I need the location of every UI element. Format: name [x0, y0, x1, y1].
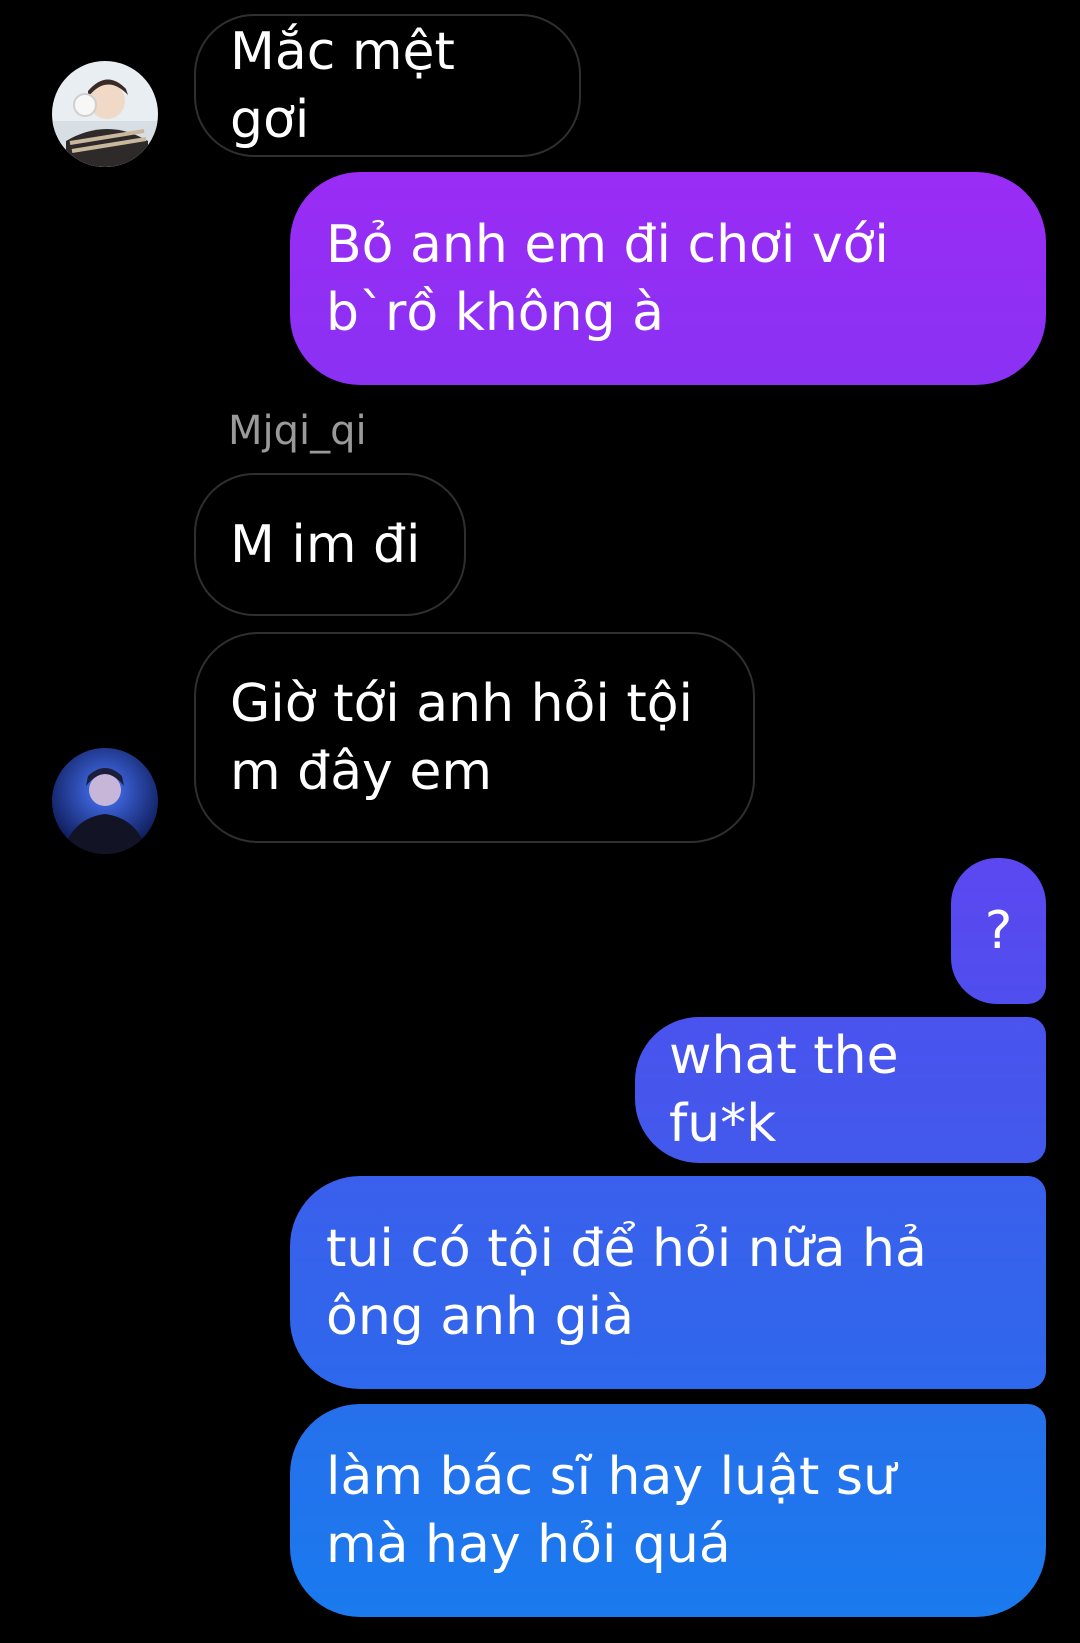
message-bubble-outgoing[interactable]: làm bác sĩ hay luật sư mà hay hỏi quá [290, 1404, 1046, 1617]
sender-name: Mjqi_qi [228, 408, 367, 454]
message-bubble-incoming[interactable]: Mắc mệt gơi [194, 14, 581, 157]
message-bubble-outgoing[interactable]: ? [951, 858, 1046, 1004]
message-bubble-outgoing[interactable]: what the fu*k [635, 1017, 1046, 1163]
avatar-earmuffs-icon [52, 61, 158, 167]
message-text: Bỏ anh em đi chơi với b`rồ không à [326, 214, 889, 343]
message-thread[interactable]: Mắc mệt gơi Bỏ anh em đi chơi với b`rồ k… [0, 0, 1080, 1643]
message-text: tui có tội để hỏi nữa hả ông anh già [326, 1218, 927, 1347]
message-text: what the fu*k [669, 1026, 899, 1154]
message-bubble-outgoing[interactable]: tui có tội để hỏi nữa hả ông anh già [290, 1176, 1046, 1389]
message-bubble-incoming[interactable]: M im đi [194, 473, 466, 616]
message-text: Giờ tới anh hỏi tội m đây em [230, 673, 693, 802]
contact-avatar-top[interactable] [52, 61, 158, 167]
message-text: ? [984, 901, 1013, 961]
message-text: Mắc mệt gơi [230, 21, 455, 150]
message-bubble-outgoing[interactable]: Bỏ anh em đi chơi với b`rồ không à [290, 172, 1046, 385]
avatar-blue-portrait-icon [52, 748, 158, 854]
message-text: M im đi [230, 514, 421, 575]
contact-avatar-bottom[interactable] [52, 748, 158, 854]
message-text: làm bác sĩ hay luật sư mà hay hỏi quá [326, 1446, 896, 1575]
message-bubble-incoming[interactable]: Giờ tới anh hỏi tội m đây em [194, 632, 755, 843]
